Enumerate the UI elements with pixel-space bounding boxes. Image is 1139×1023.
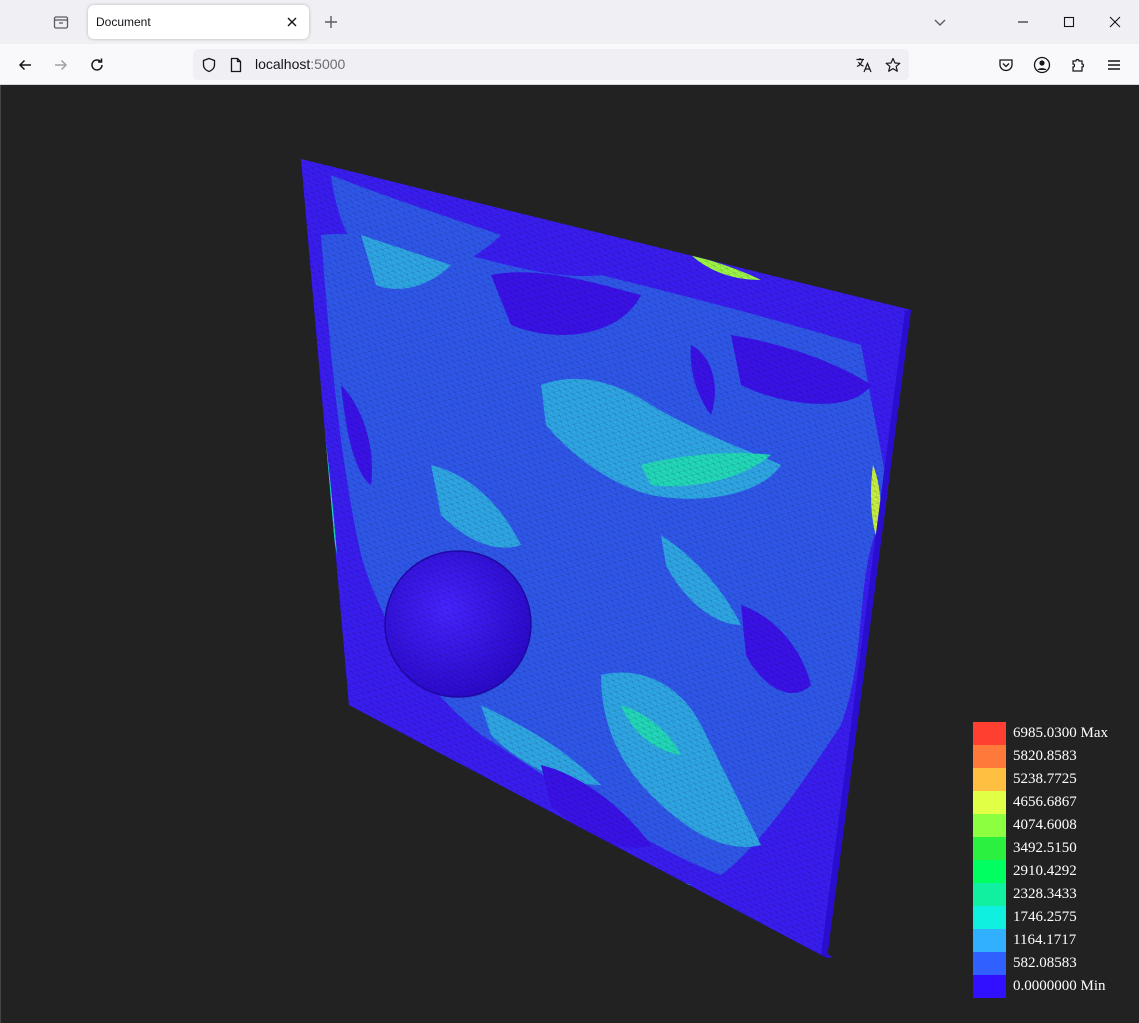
legend-label: 1746.2575	[1013, 909, 1077, 925]
legend-label: 4074.6008	[1013, 817, 1077, 833]
tab-list-button[interactable]	[48, 10, 74, 34]
legend-swatch	[973, 952, 1006, 975]
chevron-down-icon	[934, 19, 946, 26]
minimize-icon	[1018, 21, 1028, 23]
url-text[interactable]: localhost:5000	[255, 56, 345, 72]
legend-swatch	[973, 975, 1006, 998]
legend-label: 0.0000000 Min	[1013, 978, 1106, 994]
reload-icon	[91, 58, 103, 71]
pocket-button[interactable]	[992, 51, 1020, 79]
legend-row: 5820.8583	[973, 745, 1133, 768]
url-host: localhost	[255, 56, 311, 72]
maximize-icon	[1063, 16, 1075, 28]
legend-swatch	[973, 791, 1006, 814]
legend-swatch	[973, 745, 1006, 768]
plus-icon	[325, 16, 337, 28]
page-content: 6985.0300 Max 5820.8583 5238.7725 4656.6867…	[0, 85, 1139, 1023]
plate-face	[301, 159, 911, 958]
browser-window: Document localhost:5000 6985.0300 Max 58…	[0, 0, 1139, 1023]
translate-button[interactable]	[854, 55, 874, 75]
mesh-wireframe	[301, 159, 911, 958]
translate-icon	[856, 58, 872, 73]
impactor-sphere[interactable]	[384, 550, 532, 698]
url-bar[interactable]: localhost:5000	[193, 49, 909, 80]
tab-title: Document	[96, 15, 151, 29]
bookmark-button[interactable]	[883, 55, 903, 75]
hamburger-menu-icon	[1108, 60, 1120, 70]
legend-row: 4656.6867	[973, 791, 1133, 814]
account-button[interactable]	[1028, 51, 1056, 79]
legend-swatch	[973, 906, 1006, 929]
forward-button[interactable]	[47, 51, 75, 79]
legend-swatch	[973, 929, 1006, 952]
legend-swatch	[973, 860, 1006, 883]
tab-document[interactable]: Document	[88, 5, 309, 39]
legend-label: 2910.4292	[1013, 863, 1077, 879]
page-info-button[interactable]	[226, 55, 246, 75]
reload-button[interactable]	[83, 51, 111, 79]
shield-icon	[202, 57, 216, 73]
legend-label: 3492.5150	[1013, 840, 1077, 856]
legend-swatch	[973, 814, 1006, 837]
legend-swatch	[973, 883, 1006, 906]
forward-arrow-icon	[55, 59, 68, 71]
list-all-tabs-button[interactable]	[925, 8, 955, 36]
url-port: :5000	[310, 56, 346, 72]
legend-label: 1164.1717	[1013, 932, 1077, 948]
legend-row: 1164.1717	[973, 929, 1133, 952]
color-legend: 6985.0300 Max 5820.8583 5238.7725 4656.6867…	[973, 722, 1133, 998]
tab-list-icon	[53, 16, 69, 29]
legend-label: 6985.0300 Max	[1013, 725, 1108, 741]
legend-row: 5238.7725	[973, 768, 1133, 791]
legend-row: 3492.5150	[973, 837, 1133, 860]
legend-swatch	[973, 722, 1006, 745]
new-tab-button[interactable]	[318, 10, 344, 34]
legend-row: 2328.3433	[973, 883, 1133, 906]
legend-row: 4074.6008	[973, 814, 1133, 837]
legend-label: 5238.7725	[1013, 771, 1077, 787]
3d-viewport[interactable]: 6985.0300 Max 5820.8583 5238.7725 4656.6867…	[1, 85, 1139, 1023]
legend-row: 6985.0300 Max	[973, 722, 1133, 745]
legend-swatch	[973, 837, 1006, 860]
close-tab-button[interactable]	[281, 11, 303, 33]
navigation-toolbar: localhost:5000	[0, 44, 1139, 85]
legend-row: 1746.2575	[973, 906, 1133, 929]
minimize-button[interactable]	[1008, 8, 1038, 36]
close-window-button[interactable]	[1100, 8, 1130, 36]
legend-swatch	[973, 768, 1006, 791]
extensions-button[interactable]	[1064, 51, 1092, 79]
back-button[interactable]	[11, 51, 39, 79]
tab-bar: Document	[0, 0, 1139, 44]
close-icon	[1109, 16, 1121, 28]
tracking-protection-button[interactable]	[199, 55, 219, 75]
legend-row: 582.08583	[973, 952, 1133, 975]
legend-label: 2328.3433	[1013, 886, 1077, 902]
legend-row: 2910.4292	[973, 860, 1133, 883]
legend-label: 4656.6867	[1013, 794, 1077, 810]
legend-row: 0.0000000 Min	[973, 975, 1133, 998]
back-arrow-icon	[18, 59, 31, 71]
star-icon	[885, 57, 901, 72]
close-icon	[287, 17, 297, 27]
page-icon	[230, 57, 242, 73]
puzzle-icon	[1072, 58, 1085, 72]
account-icon	[1033, 56, 1051, 74]
maximize-button[interactable]	[1054, 8, 1084, 36]
app-menu-button[interactable]	[1100, 51, 1128, 79]
legend-label: 5820.8583	[1013, 748, 1077, 764]
pocket-icon	[999, 59, 1013, 72]
fem-mesh-render[interactable]	[1, 85, 1139, 1023]
legend-label: 582.08583	[1013, 955, 1077, 971]
